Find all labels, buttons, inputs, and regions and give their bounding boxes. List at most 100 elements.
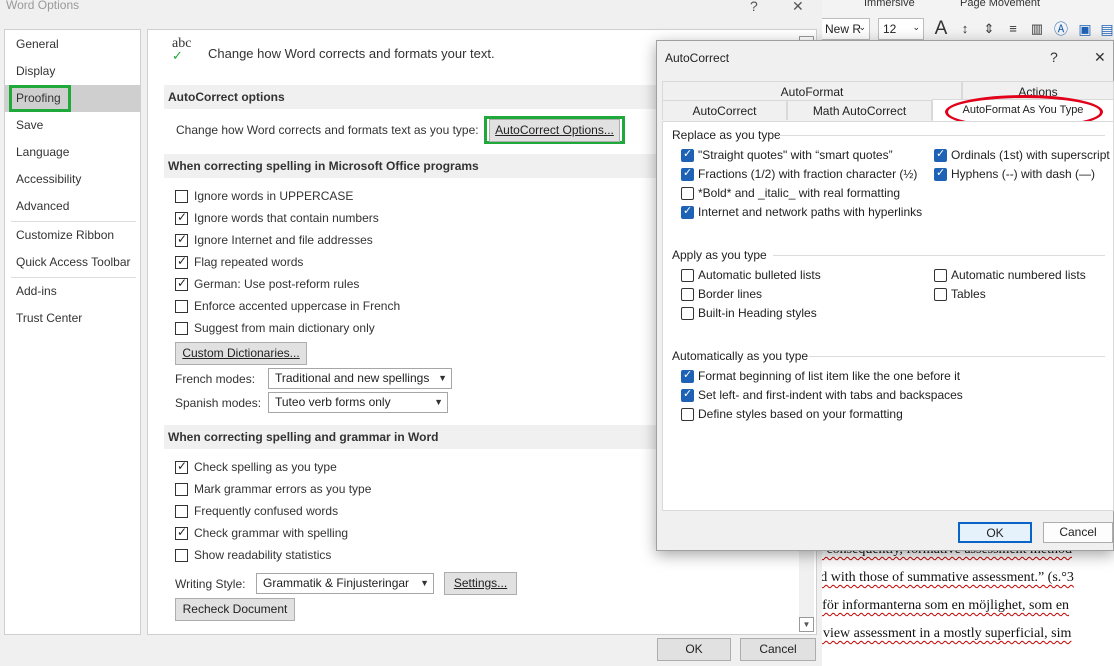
checkbox-define-styles[interactable] xyxy=(681,408,694,421)
checkbox-numbered-lists[interactable] xyxy=(934,269,947,282)
checkbox-check-spelling[interactable] xyxy=(175,459,188,474)
close-button[interactable]: ✕ xyxy=(1094,49,1106,66)
checkbox-tables[interactable] xyxy=(934,288,947,301)
autoformat-as-you-type-panel: Replace as you type "Straight quotes" wi… xyxy=(662,121,1114,511)
french-modes-select[interactable]: Traditional and new spellings ▼ xyxy=(268,368,452,389)
ribbon-tab-immersive[interactable]: Immersive xyxy=(864,0,915,9)
tab-autocorrect[interactable]: AutoCorrect xyxy=(662,100,787,120)
text-size-icon[interactable]: ↕ xyxy=(956,20,974,38)
checkbox-confused-words[interactable] xyxy=(175,505,188,518)
checkbox-flag-repeated[interactable] xyxy=(175,254,188,269)
nav-item-display[interactable]: Display xyxy=(5,58,140,85)
settings-button[interactable]: Settings... xyxy=(444,572,517,595)
checkbox-ordinals[interactable] xyxy=(934,147,947,162)
nav-item-trust-center[interactable]: Trust Center xyxy=(5,305,140,332)
spanish-modes-select[interactable]: Tuteo verb forms only ▼ xyxy=(268,392,448,413)
checkbox-bold-italic[interactable] xyxy=(681,187,694,200)
align-icon[interactable]: ≡ xyxy=(1004,20,1022,38)
option-label: Border lines xyxy=(698,287,763,301)
chevron-down-icon: ⌄ xyxy=(858,22,866,32)
focus-icon[interactable]: ▤ xyxy=(1098,20,1114,38)
tab-autoformat[interactable]: AutoFormat xyxy=(662,81,962,101)
nav-item-accessibility[interactable]: Accessibility xyxy=(5,166,140,193)
nav-item-add-ins[interactable]: Add-ins xyxy=(5,278,140,305)
nav-item-proofing[interactable]: Proofing xyxy=(5,85,140,112)
text-box-icon[interactable]: Ⓐ xyxy=(1052,20,1070,38)
checkbox-smart-quotes[interactable] xyxy=(681,147,694,162)
nav-item-language[interactable]: Language xyxy=(5,139,140,166)
tab-math-autocorrect[interactable]: Math AutoCorrect xyxy=(787,100,932,120)
custom-dictionaries-label: Custom Dictionaries... xyxy=(182,346,300,360)
autocorrect-ok-button[interactable]: OK xyxy=(958,522,1032,543)
checkbox-indent-tabs[interactable] xyxy=(681,387,694,402)
checkbox-check-grammar[interactable] xyxy=(175,525,188,540)
group-label: Replace as you type xyxy=(672,128,781,142)
help-button[interactable]: ? xyxy=(750,0,758,14)
page-icon[interactable]: ▣ xyxy=(1076,20,1094,38)
spanish-modes-value: Tuteo verb forms only xyxy=(275,395,391,409)
option-label: "Straight quotes" with “smart quotes” xyxy=(698,148,893,162)
french-modes-value: Traditional and new spellings xyxy=(275,371,430,385)
options-cancel-button[interactable]: Cancel xyxy=(740,638,816,661)
group-divider xyxy=(809,356,1105,357)
font-size-value: 12 xyxy=(883,22,897,36)
checkbox-main-dictionary-only[interactable] xyxy=(175,322,188,335)
recheck-document-button[interactable]: Recheck Document xyxy=(175,598,295,621)
checkbox-fractions[interactable] xyxy=(681,166,694,181)
option-label: Frequently confused words xyxy=(194,504,339,518)
dialog-title: Word Options xyxy=(6,0,80,12)
columns-icon[interactable]: ▥ xyxy=(1028,20,1046,38)
abc-check-icon: abc ✓ xyxy=(172,36,192,63)
checkbox-hyphens[interactable] xyxy=(934,166,947,181)
nav-item-label: Proofing xyxy=(9,85,71,112)
checkbox-border-lines[interactable] xyxy=(681,288,694,301)
writing-style-label: Writing Style: xyxy=(175,577,246,591)
page-header-text: Change how Word corrects and formats you… xyxy=(208,46,495,61)
font-size-combo[interactable]: 12 ⌄ xyxy=(878,18,924,40)
checkbox-mark-grammar[interactable] xyxy=(175,483,188,496)
option-label: Ordinals (1st) with superscript xyxy=(951,148,1110,162)
font-name-combo[interactable]: New R ⌄ xyxy=(820,18,870,40)
checkbox-heading-styles[interactable] xyxy=(681,307,694,320)
grow-font-icon[interactable]: A xyxy=(932,19,950,38)
ribbon-tab-page-movement[interactable]: Page Movement xyxy=(960,0,1040,9)
scroll-down-icon[interactable]: ▼ xyxy=(799,617,814,632)
chevron-down-icon: ▼ xyxy=(438,373,447,383)
checkbox-german-post-reform[interactable] xyxy=(175,276,188,291)
document-line: ed with those of summative assessment.” … xyxy=(814,570,1074,585)
checkbox-readability[interactable] xyxy=(175,549,188,562)
checkbox-ignore-numbers[interactable] xyxy=(175,210,188,225)
document-line: s view assessment in a mostly superficia… xyxy=(814,626,1072,641)
nav-item-quick-access-toolbar[interactable]: Quick Access Toolbar xyxy=(5,249,140,276)
spacing-icon[interactable]: ⇕ xyxy=(980,20,998,38)
checkbox-format-list-item[interactable] xyxy=(681,368,694,383)
settings-button-label: Settings... xyxy=(453,576,508,590)
option-label: Suggest from main dictionary only xyxy=(194,321,375,335)
autocorrect-label: Change how Word corrects and formats tex… xyxy=(176,123,479,137)
option-label: Ignore words in UPPERCASE xyxy=(194,189,354,203)
checkbox-ignore-uppercase[interactable] xyxy=(175,190,188,203)
option-label: Check grammar with spelling xyxy=(194,526,349,540)
autocorrect-options-button[interactable]: AutoCorrect Options... xyxy=(489,119,620,142)
option-label: Format beginning of list item like the o… xyxy=(698,369,961,383)
nav-item-advanced[interactable]: Advanced xyxy=(5,193,140,220)
autocorrect-cancel-button[interactable]: Cancel xyxy=(1043,522,1113,543)
document-line: r för informanterna som en möjlighet, so… xyxy=(814,598,1070,613)
option-label: Define styles based on your formatting xyxy=(698,407,903,421)
checkbox-french-accented[interactable] xyxy=(175,300,188,313)
option-label: Ignore Internet and file addresses xyxy=(194,233,373,247)
writing-style-select[interactable]: Grammatik & Finjusteringar ▼ xyxy=(256,573,434,594)
options-ok-button[interactable]: OK xyxy=(657,638,731,661)
nav-item-save[interactable]: Save xyxy=(5,112,140,139)
checkbox-hyperlinks[interactable] xyxy=(681,204,694,219)
nav-item-customize-ribbon[interactable]: Customize Ribbon xyxy=(5,222,140,249)
custom-dictionaries-button[interactable]: Custom Dictionaries... xyxy=(175,342,307,365)
help-button[interactable]: ? xyxy=(1050,49,1058,65)
close-button[interactable]: ✕ xyxy=(792,0,804,15)
option-label: Ignore words that contain numbers xyxy=(194,211,379,225)
nav-item-general[interactable]: General xyxy=(5,31,140,58)
checkbox-bulleted-lists[interactable] xyxy=(681,269,694,282)
group-divider xyxy=(779,135,1105,136)
option-label: Enforce accented uppercase in French xyxy=(194,299,401,313)
checkbox-ignore-internet-addresses[interactable] xyxy=(175,232,188,247)
